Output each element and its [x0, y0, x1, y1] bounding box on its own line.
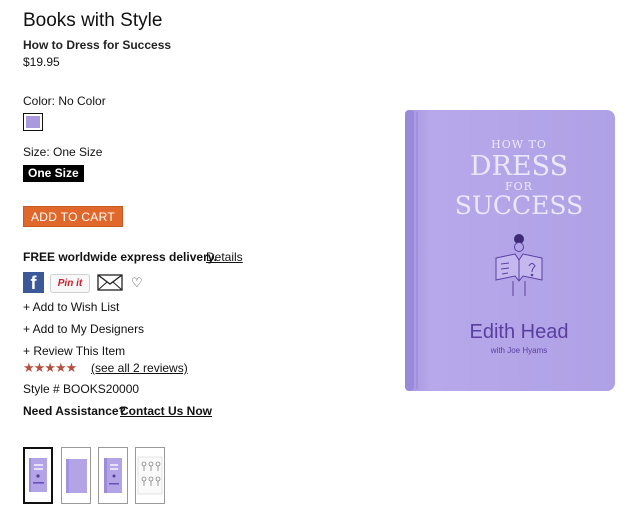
pinterest-pin-button[interactable]: Pin it	[50, 274, 90, 293]
heart-icon[interactable]: ♡	[131, 275, 143, 290]
size-label: Size: One Size	[23, 145, 103, 159]
delivery-text: FREE worldwide express delivery.	[23, 250, 217, 264]
review-this-item-link[interactable]: + Review This Item	[23, 344, 125, 358]
book-cover-illustration: HOW TO DRESS FOR SUCCESS Edith Head with…	[405, 110, 615, 391]
cover-title-line4: SUCCESS	[455, 191, 584, 220]
facebook-share-icon[interactable]: f	[23, 272, 44, 293]
product-title: How to Dress for Success	[23, 38, 172, 52]
thumbnail-cover-side[interactable]	[61, 447, 91, 504]
contact-us-link[interactable]: Contact Us Now	[120, 404, 212, 418]
cover-author: Edith Head	[470, 321, 569, 343]
color-label: Color: No Color	[23, 94, 106, 108]
thumbnail-spine-view[interactable]	[98, 447, 128, 504]
add-to-cart-button[interactable]: ADD TO CART	[23, 206, 123, 227]
product-image[interactable]: HOW TO DRESS FOR SUCCESS Edith Head with…	[403, 108, 617, 393]
brand-name[interactable]: Books with Style	[23, 10, 162, 32]
need-assistance-label: Need Assistance?	[23, 404, 126, 418]
rating-stars: ★★★★★	[23, 360, 77, 375]
thumbnail-interior-page[interactable]	[135, 447, 165, 504]
email-share-icon[interactable]	[97, 274, 123, 296]
cover-coauthor: with Joe Hyams	[490, 346, 547, 355]
swatch-fill	[26, 116, 40, 128]
see-all-reviews-link[interactable]: (see all 2 reviews)	[91, 361, 188, 375]
size-option-button[interactable]: One Size	[23, 165, 84, 182]
cover-title-line1: HOW TO	[491, 138, 547, 151]
thumbnail-front-cover[interactable]	[23, 447, 53, 504]
style-number: Style # BOOKS20000	[23, 382, 140, 396]
add-to-my-designers-link[interactable]: + Add to My Designers	[23, 322, 144, 336]
delivery-details-link[interactable]: Details	[206, 250, 243, 264]
color-swatch[interactable]	[23, 113, 43, 131]
add-to-wish-list-link[interactable]: + Add to Wish List	[23, 300, 119, 314]
product-price: $19.95	[23, 55, 60, 69]
cover-title-line2: DRESS	[470, 151, 568, 182]
